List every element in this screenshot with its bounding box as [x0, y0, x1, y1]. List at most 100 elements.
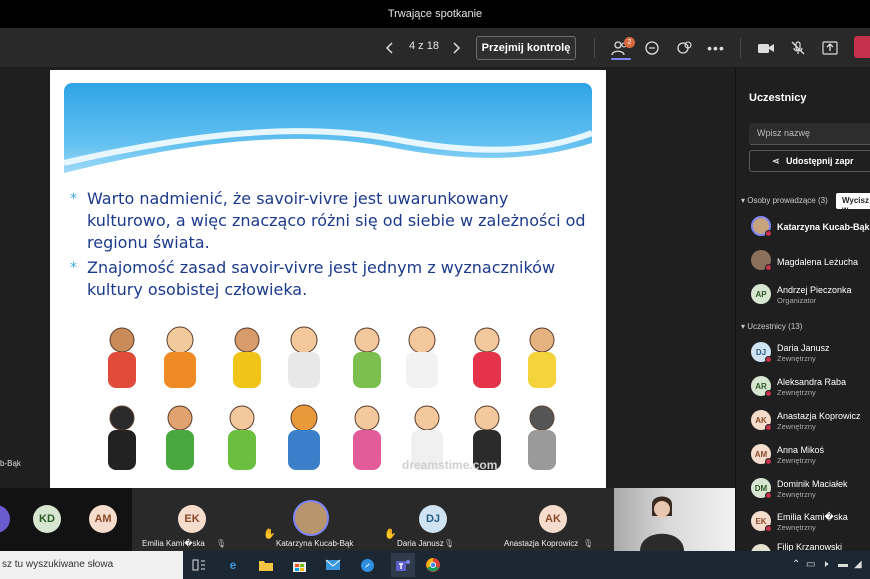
mic-muted-icon: 🎙 — [583, 539, 594, 548]
wave-decoration — [64, 128, 592, 195]
participant-name: Katarzyna Kucab-Bąk — [777, 222, 870, 232]
participant-name: Anastazja Koprowicz — [777, 411, 861, 421]
more-actions-button[interactable]: ••• — [704, 36, 728, 60]
mic-muted-icon: 🎙 — [444, 539, 455, 548]
task-view-icon[interactable] — [190, 556, 208, 574]
participant-name: Daria Janusz — [777, 343, 830, 353]
participant-role: Zewnętrzny — [777, 388, 816, 397]
volume-muted-icon[interactable]: 🕨 — [822, 559, 828, 570]
video-tile[interactable]: KD AM — [13, 488, 132, 551]
edge-browser-icon[interactable]: e — [224, 556, 242, 574]
window-title: Trwające spotkanie — [387, 8, 483, 20]
bullet-mark: * — [70, 260, 77, 276]
toolbar-divider — [594, 38, 595, 58]
participant-row[interactable]: Magdalena Leżucha — [749, 248, 870, 278]
participant-row[interactable]: AP Andrzej Pieczonka Organizator — [749, 282, 870, 312]
mic-muted-indicator — [765, 230, 772, 237]
participant-role: Zewnętrzny — [777, 523, 816, 532]
chat-button[interactable] — [640, 36, 664, 60]
avatar: AK — [539, 505, 567, 533]
video-tile[interactable]: DJ ✋ Daria Janusz 🎙 — [372, 488, 493, 551]
tile-name-label: Anastazja Koprowicz — [504, 539, 579, 548]
person-video-silhouette — [640, 496, 684, 551]
taskbar-search-input[interactable]: sz tu wyszukiwane słowa — [0, 551, 183, 579]
video-strip: KD AM EK Emilia Kami�ska 🎙 ✋ Katarzyna K… — [0, 488, 735, 551]
attendees-section-header[interactable]: ▾ Uczestnicy (13) — [741, 322, 802, 331]
presenters-section-label: Osoby prowadzące (3) — [747, 196, 828, 205]
participants-panel: Uczestnicy Wpisz nazwę ⋖ Udostępnij zapr… — [735, 68, 870, 551]
video-tile[interactable]: EK Emilia Kami�ska 🎙 — [132, 488, 251, 551]
take-control-button[interactable]: Przejmij kontrolę — [476, 36, 576, 60]
video-tile[interactable]: ✋ Katarzyna Kucab-Bąk — [251, 488, 372, 551]
previous-slide-button[interactable] — [378, 36, 402, 60]
active-tab-indicator — [611, 58, 631, 60]
reactions-button[interactable] — [672, 36, 696, 60]
participants-count-badge: 2 — [624, 37, 635, 48]
tray-chevron-up-icon[interactable]: ⌃ — [792, 559, 800, 570]
bullet-text: Znajomość zasad savoir-vivre jest jednym… — [87, 258, 556, 299]
participant-row[interactable]: DM Dominik Maciałek Zewnętrzny — [749, 476, 870, 506]
raised-hand-icon: ✋ — [263, 529, 276, 540]
participant-search-input[interactable]: Wpisz nazwę — [749, 123, 870, 145]
participant-name: Andrzej Pieczonka — [777, 285, 852, 295]
more-icon: ••• — [707, 40, 725, 56]
slide-banner — [64, 83, 592, 195]
participant-name: Aleksandra Raba — [777, 377, 847, 387]
video-tile[interactable] — [0, 488, 13, 551]
toolbar-divider — [740, 38, 741, 58]
presenters-section-header[interactable]: ▾ Osoby prowadzące (3) — [741, 196, 828, 205]
avatar — [751, 544, 771, 551]
camera-button[interactable] — [754, 36, 778, 60]
shared-content-stage: * Warto nadmienić, że savoir-vivre jest … — [0, 68, 735, 488]
display-icon[interactable]: ▭ — [806, 559, 815, 570]
participant-name: Dominik Maciałek — [777, 479, 848, 489]
share-invite-label: Udostępnij zapr — [786, 156, 854, 166]
battery-icon[interactable]: ▬ — [838, 559, 848, 570]
chevron-left-icon — [385, 42, 393, 54]
mute-all-button[interactable]: Wycisz w — [836, 193, 870, 214]
video-tile[interactable]: AK Anastazja Koprowicz 🎙 — [493, 488, 614, 551]
presenter-name-label: b-Bąk — [0, 459, 21, 468]
participant-row[interactable]: Katarzyna Kucab-Bąk — [749, 214, 870, 244]
participant-row[interactable]: EK Emilia Kami�ska Zewnętrzny — [749, 509, 870, 539]
participant-row[interactable]: Filip Krzanowski — [749, 542, 870, 551]
share-screen-button[interactable] — [818, 36, 842, 60]
teams-window: Trwające spotkanie 4 z 18 Przejmij kontr… — [0, 0, 870, 579]
file-explorer-icon[interactable] — [257, 556, 275, 574]
share-icon: ⋖ — [772, 156, 780, 166]
microphone-button[interactable] — [786, 36, 810, 60]
share-invite-button[interactable]: ⋖ Udostępnij zapr — [749, 150, 870, 172]
participant-row[interactable]: AK Anastazja Koprowicz Zewnętrzny — [749, 408, 870, 438]
self-video-preview[interactable] — [614, 488, 735, 551]
avatar — [0, 505, 10, 533]
image-watermark: dreamstime.com — [402, 458, 498, 472]
participant-row[interactable]: AM Anna Mikoś Zewnętrzny — [749, 442, 870, 472]
avatar: AP — [751, 284, 771, 304]
mic-muted-indicator — [765, 356, 772, 363]
slide-counter: 4 z 18 — [409, 40, 439, 52]
teams-app-icon[interactable] — [391, 553, 415, 577]
mic-muted-indicator — [765, 458, 772, 465]
participant-role: Zewnętrzny — [777, 354, 816, 363]
network-icon[interactable]: ◢ — [854, 559, 862, 570]
avatar: EK — [178, 505, 206, 533]
tile-name-label: Daria Janusz — [397, 539, 444, 548]
raised-hand-icon: ✋ — [384, 529, 397, 540]
participant-name: Magdalena Leżucha — [777, 257, 859, 267]
mic-muted-icon: 🎙 — [216, 539, 227, 548]
meeting-toolbar: 4 z 18 Przejmij kontrolę 2 ••• — [0, 28, 870, 68]
next-slide-button[interactable] — [444, 36, 468, 60]
chevron-right-icon — [453, 42, 461, 54]
participant-name: Anna Mikoś — [777, 445, 825, 455]
participant-row[interactable]: DJ Daria Janusz Zewnętrzny — [749, 340, 870, 370]
share-tray-icon — [822, 41, 838, 55]
store-icon[interactable] — [290, 556, 308, 574]
participant-row[interactable]: AR Aleksandra Raba Zewnętrzny — [749, 374, 870, 404]
participant-name: Filip Krzanowski — [777, 542, 843, 551]
bullet-text: Warto nadmienić, że savoir-vivre jest uw… — [87, 189, 586, 252]
leave-button[interactable] — [854, 36, 870, 58]
mail-icon[interactable] — [324, 556, 342, 574]
safari-compass-icon[interactable] — [358, 556, 376, 574]
title-bar: Trwające spotkanie — [0, 0, 870, 28]
chrome-browser-icon[interactable] — [424, 556, 442, 574]
